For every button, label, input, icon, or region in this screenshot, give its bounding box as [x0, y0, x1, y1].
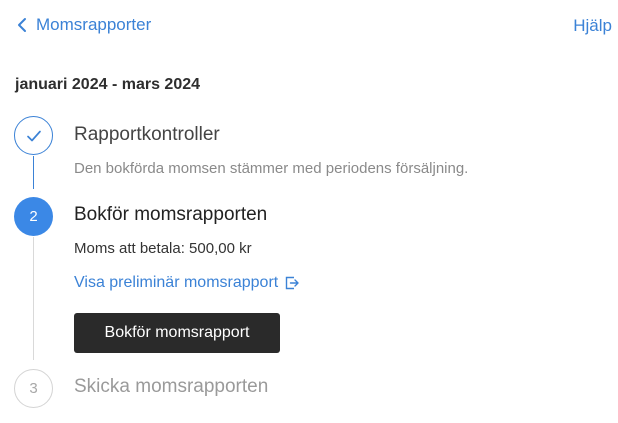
external-link-icon [286, 276, 299, 290]
step-1-title: Rapportkontroller [74, 124, 220, 145]
step-1-indicator [14, 116, 53, 155]
step-2-indicator: 2 [14, 197, 53, 236]
back-link-label: Momsrapporter [36, 15, 152, 34]
step-3-number: 3 [29, 380, 38, 397]
post-vat-report-button[interactable]: Bokför momsrapport [74, 313, 280, 353]
back-link[interactable]: Momsrapporter [16, 15, 151, 35]
top-bar: Momsrapporter Hjälp [0, 0, 618, 52]
help-link[interactable]: Hjälp [573, 16, 612, 36]
step-connector-2 [33, 237, 34, 360]
step-3-indicator: 3 [14, 369, 53, 408]
period-heading: januari 2024 - mars 2024 [15, 76, 201, 93]
step-2-title: Bokför momsrapporten [74, 204, 268, 225]
step-2-number: 2 [29, 208, 38, 225]
step-3-title: Skicka momsrapporten [74, 376, 269, 397]
checkmark-icon [26, 130, 41, 141]
chevron-left-icon [18, 18, 26, 32]
step-connector-1 [33, 156, 34, 189]
preliminary-report-link[interactable]: Visa preliminär momsrapport [74, 274, 300, 292]
vat-to-pay: Moms att betala: 500,00 kr [74, 240, 252, 257]
step-1-description: Den bokförda momsen stämmer med perioden… [74, 160, 469, 177]
preliminary-report-link-label: Visa preliminär momsrapport [74, 274, 279, 291]
